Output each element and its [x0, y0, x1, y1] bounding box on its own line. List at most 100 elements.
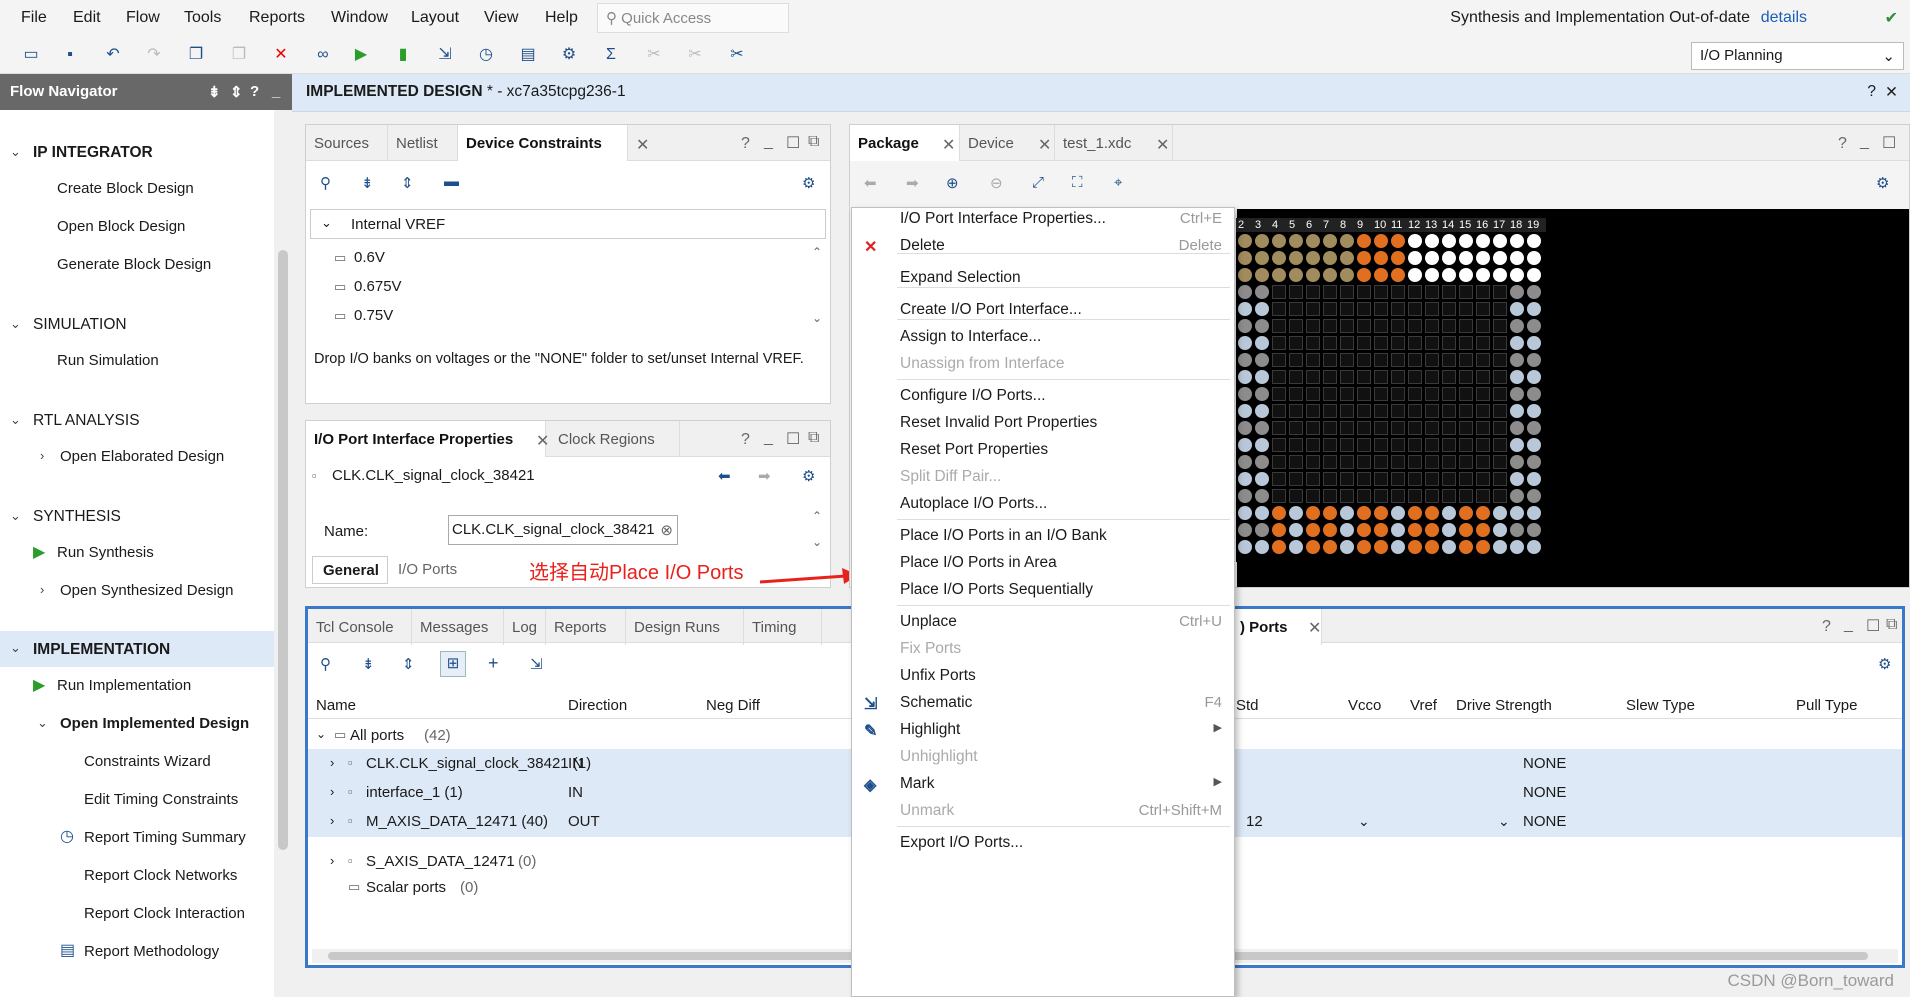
- package-pin[interactable]: [1510, 234, 1524, 248]
- package-pin[interactable]: [1374, 302, 1388, 316]
- close-icon[interactable]: ✕: [1038, 135, 1051, 155]
- tab-sources[interactable]: Sources: [306, 125, 388, 161]
- package-pin[interactable]: [1255, 404, 1269, 418]
- scroll-down-icon[interactable]: ⌄: [812, 311, 822, 325]
- package-pin[interactable]: [1374, 285, 1388, 299]
- package-pin[interactable]: [1391, 455, 1405, 469]
- package-pin[interactable]: [1323, 268, 1337, 282]
- package-pin[interactable]: [1459, 319, 1473, 333]
- close-icon[interactable]: ✕: [1308, 618, 1321, 638]
- package-pin[interactable]: [1238, 353, 1252, 367]
- package-pin[interactable]: [1340, 523, 1354, 537]
- package-pin[interactable]: [1255, 523, 1269, 537]
- package-pin[interactable]: [1255, 540, 1269, 554]
- package-pin[interactable]: [1289, 353, 1303, 367]
- tool-b-icon[interactable]: ✂: [684, 44, 706, 66]
- package-pin[interactable]: [1510, 251, 1524, 265]
- package-pin[interactable]: [1238, 319, 1252, 333]
- group-icon[interactable]: ⊞: [440, 651, 466, 677]
- package-pin[interactable]: [1306, 472, 1320, 486]
- save-icon[interactable]: ▪: [59, 44, 81, 66]
- chevron-down-icon[interactable]: ⌄: [10, 144, 21, 160]
- package-pin[interactable]: [1391, 421, 1405, 435]
- package-pin[interactable]: [1306, 387, 1320, 401]
- package-pin[interactable]: [1255, 438, 1269, 452]
- menu-item-assign-to-interface[interactable]: Assign to Interface...: [900, 328, 1041, 346]
- package-pin[interactable]: [1306, 404, 1320, 418]
- package-pin[interactable]: [1510, 319, 1524, 333]
- package-pin[interactable]: [1374, 506, 1388, 520]
- package-pin[interactable]: [1272, 421, 1286, 435]
- package-pin[interactable]: [1238, 472, 1252, 486]
- package-pin[interactable]: [1272, 370, 1286, 384]
- package-pin[interactable]: [1374, 455, 1388, 469]
- package-pin[interactable]: [1374, 268, 1388, 282]
- package-pin[interactable]: [1493, 285, 1507, 299]
- menu-item-unmark[interactable]: Unmark: [900, 802, 954, 820]
- package-pin[interactable]: [1425, 387, 1439, 401]
- package-pin[interactable]: [1476, 404, 1490, 418]
- chevron-down-icon[interactable]: ⌄: [10, 412, 21, 428]
- package-pin[interactable]: [1357, 302, 1371, 316]
- package-pin[interactable]: [1391, 302, 1405, 316]
- menu-item-unassign-from-interface[interactable]: Unassign from Interface: [900, 355, 1065, 373]
- package-pin[interactable]: [1289, 506, 1303, 520]
- package-pin[interactable]: [1374, 370, 1388, 384]
- package-pin[interactable]: [1357, 455, 1371, 469]
- scroll-up-icon[interactable]: ⌃: [812, 245, 822, 259]
- package-pin[interactable]: [1306, 302, 1320, 316]
- package-pin[interactable]: [1527, 404, 1541, 418]
- package-pin[interactable]: [1476, 438, 1490, 452]
- package-pin[interactable]: [1357, 472, 1371, 486]
- package-pin[interactable]: [1476, 370, 1490, 384]
- package-pin[interactable]: [1289, 268, 1303, 282]
- collapse-icon[interactable]: ⇟: [208, 83, 221, 101]
- package-pin[interactable]: [1459, 387, 1473, 401]
- minimize-icon[interactable]: _: [1844, 616, 1853, 634]
- vref-item[interactable]: 0.6V: [354, 249, 385, 266]
- package-pin[interactable]: [1442, 523, 1456, 537]
- copy-icon[interactable]: ❐: [185, 44, 207, 66]
- menu-item-reset-invalid-port-properties[interactable]: Reset Invalid Port Properties: [900, 414, 1097, 432]
- package-pin[interactable]: [1408, 438, 1422, 452]
- package-pin[interactable]: [1425, 438, 1439, 452]
- search-icon[interactable]: ⚲: [320, 655, 331, 673]
- package-pin[interactable]: [1476, 353, 1490, 367]
- package-pin[interactable]: [1527, 540, 1541, 554]
- tab-tcl-console[interactable]: Tcl Console: [308, 609, 412, 645]
- package-pin[interactable]: [1255, 336, 1269, 350]
- paste-icon[interactable]: ❐: [228, 44, 250, 66]
- package-pin[interactable]: [1510, 540, 1524, 554]
- package-pin[interactable]: [1425, 302, 1439, 316]
- package-pin[interactable]: [1527, 506, 1541, 520]
- flow-navigator-scrollbar[interactable]: [274, 110, 292, 997]
- package-pin[interactable]: [1493, 387, 1507, 401]
- minimize-icon[interactable]: _: [272, 83, 280, 100]
- package-pin[interactable]: [1459, 404, 1473, 418]
- close-icon[interactable]: ✕: [942, 135, 955, 155]
- package-pin[interactable]: [1476, 506, 1490, 520]
- package-pin[interactable]: [1510, 285, 1524, 299]
- package-pin[interactable]: [1323, 455, 1337, 469]
- package-pin[interactable]: [1510, 421, 1524, 435]
- package-pin[interactable]: [1425, 421, 1439, 435]
- package-pin[interactable]: [1289, 523, 1303, 537]
- maximize-icon[interactable]: ☐: [1882, 133, 1896, 153]
- menu-item-autoplace-i-o-ports[interactable]: Autoplace I/O Ports...: [900, 495, 1047, 513]
- package-pin[interactable]: [1357, 489, 1371, 503]
- package-pin[interactable]: [1374, 523, 1388, 537]
- package-pin[interactable]: [1289, 472, 1303, 486]
- package-pin[interactable]: [1289, 251, 1303, 265]
- package-pin[interactable]: [1340, 336, 1354, 350]
- package-pin[interactable]: [1476, 319, 1490, 333]
- package-pin[interactable]: [1272, 472, 1286, 486]
- package-pin[interactable]: [1357, 523, 1371, 537]
- nav-open-block-design[interactable]: Open Block Design: [57, 218, 185, 235]
- package-pin[interactable]: [1476, 302, 1490, 316]
- package-pin[interactable]: [1289, 302, 1303, 316]
- package-pin[interactable]: [1357, 387, 1371, 401]
- package-pin[interactable]: [1476, 336, 1490, 350]
- package-pin[interactable]: [1442, 370, 1456, 384]
- package-pin[interactable]: [1476, 234, 1490, 248]
- report-icon[interactable]: ▤: [517, 44, 539, 66]
